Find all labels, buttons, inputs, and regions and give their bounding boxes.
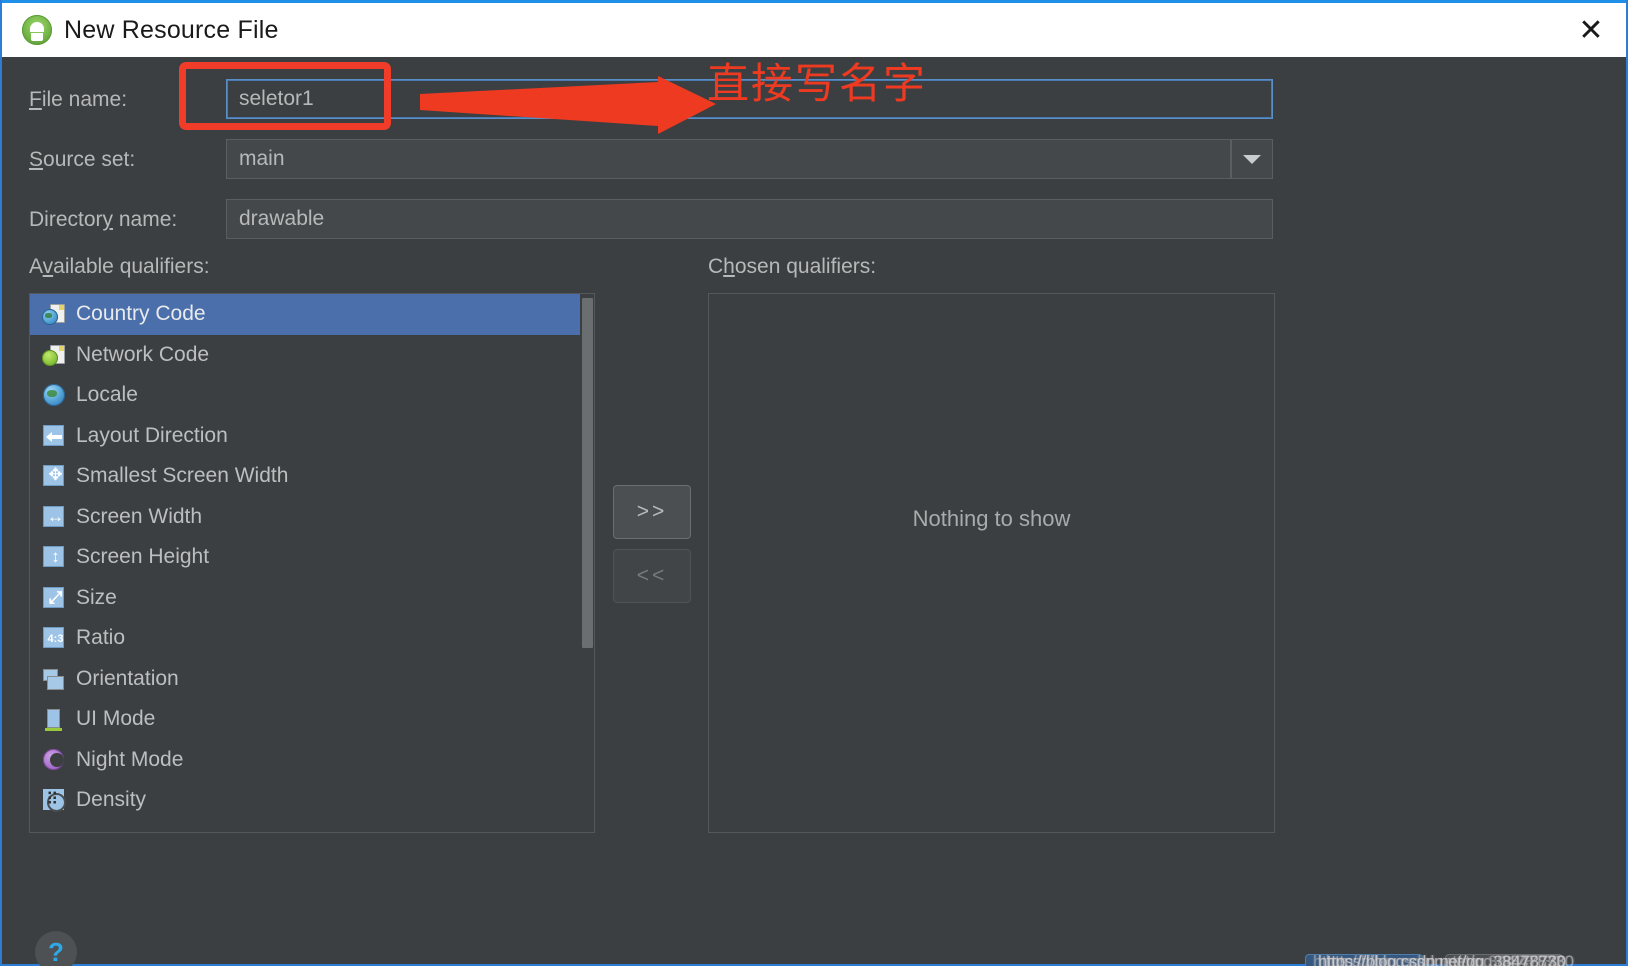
smallest-screen-width-icon [42,463,67,488]
night-mode-icon [42,748,66,772]
cancel-button[interactable]: Cancel [1445,954,1563,966]
source-set-row: Source set: main [2,139,1626,181]
screen-width-icon [42,505,67,529]
qualifier-item-label: Locale [76,383,138,407]
qualifier-item-label: Screen Height [76,545,210,569]
qualifier-item[interactable]: Night Mode [30,740,594,781]
ui-mode-icon [42,707,66,732]
android-studio-icon [22,15,52,45]
ok-button[interactable]: OK [1305,954,1423,966]
source-set-combobox[interactable]: main [226,139,1231,179]
scrollbar-thumb[interactable] [582,298,593,648]
qualifier-item-label: Country Code [76,302,206,326]
qualifier-item-label: Orientation [76,666,179,690]
qualifier-item[interactable]: Locale [30,375,594,416]
remove-qualifier-button[interactable]: << [613,549,691,603]
qualifier-item[interactable]: Country Code [30,294,594,335]
qualifier-item-label: UI Mode [76,707,156,731]
locale-globe-icon [42,383,66,407]
qualifier-item[interactable]: Density [30,780,594,821]
qualifier-item-label: Size [76,585,117,609]
directory-name-value: drawable [239,207,325,230]
ratio-icon [42,626,67,651]
qualifier-item[interactable]: Screen Width [30,497,594,538]
qualifier-item-label: Layout Direction [76,423,228,447]
available-qualifiers-label: Available qualifiers: [29,255,210,278]
orientation-icon [42,667,66,691]
new-resource-file-dialog: New Resource File ✕ File name: seletor1 … [0,0,1628,966]
chosen-qualifiers-list[interactable]: Nothing to show [708,293,1275,833]
qualifier-item[interactable]: Screen Height [30,537,594,578]
chosen-qualifiers-label: Chosen qualifiers: [708,255,877,278]
qualifier-item[interactable]: Orientation [30,659,594,700]
file-name-label: File name: [29,88,128,111]
available-qualifiers-list[interactable]: Country Code Network Code Locale Layout Dir… [29,293,595,833]
qualifier-item[interactable]: Size [30,578,594,619]
file-name-value: seletor1 [239,87,314,110]
qualifier-item[interactable]: UI Mode [30,699,594,740]
layout-direction-icon [42,424,66,448]
qualifier-item[interactable]: Layout Direction [30,416,594,457]
dialog-body: File name: seletor1 Source set: main Dir… [2,57,1626,966]
qualifier-item-label: Night Mode [76,747,184,771]
qualifier-item-label: Screen Width [76,504,203,528]
qualifier-item[interactable]: Network Code [30,335,594,376]
qualifier-item[interactable]: Ratio [30,618,594,659]
country-code-icon [42,302,66,326]
help-button[interactable]: ? [35,931,77,966]
directory-name-label: Directory name: [29,208,178,231]
qualifier-item[interactable]: Smallest Screen Width [30,456,594,497]
qualifier-item-label: Network Code [76,342,210,366]
available-list-scrollbar[interactable] [580,294,594,832]
qualifier-item-label: Ratio [76,626,126,650]
screen-height-icon [42,545,67,569]
chevron-down-icon[interactable] [1231,139,1273,179]
dialog-title: New Resource File [64,15,279,44]
source-set-value: main [239,147,285,170]
dialog-titlebar: New Resource File ✕ [2,0,1626,57]
chosen-empty-message: Nothing to show [912,506,1071,531]
add-qualifier-button[interactable]: >> [613,485,691,539]
size-icon [42,586,67,610]
density-icon [42,787,66,813]
source-set-label: Source set: [29,148,136,171]
qualifier-item-label: Density [76,788,147,812]
network-code-icon [42,343,66,367]
directory-name-input[interactable]: drawable [226,199,1273,239]
directory-name-row: Directory name: drawable [2,199,1626,241]
annotation-note: 直接写名字 [707,59,928,108]
qualifier-item-label: Smallest Screen Width [76,464,289,488]
close-icon[interactable]: ✕ [1564,5,1618,57]
